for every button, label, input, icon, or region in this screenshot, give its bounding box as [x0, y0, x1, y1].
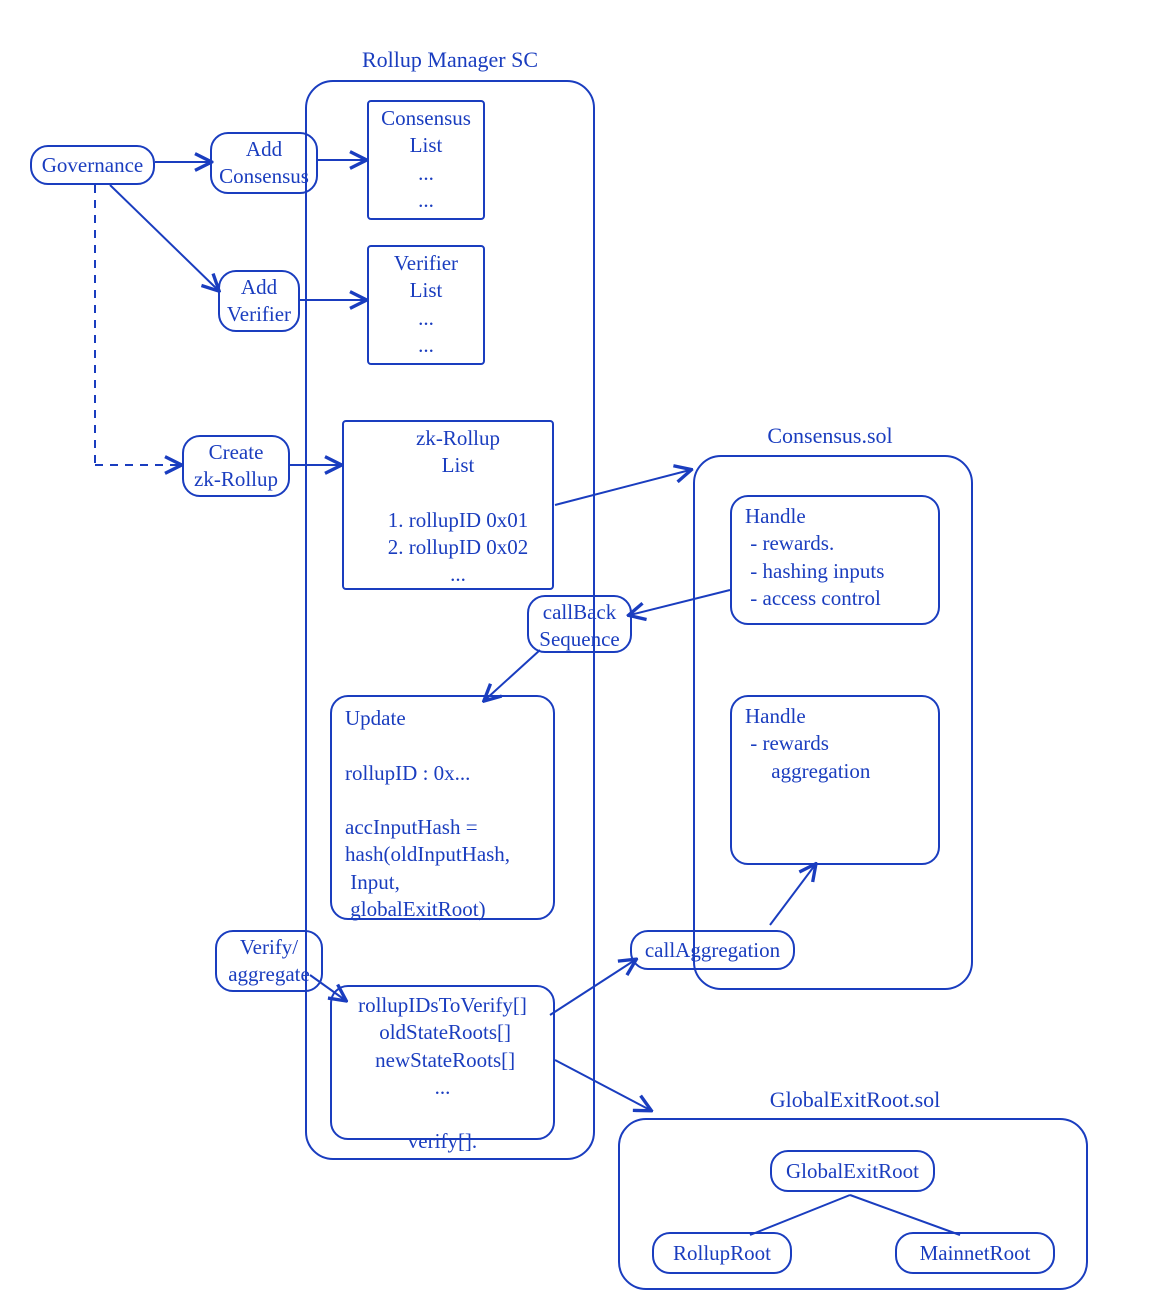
consensus-list-label: Consensus List ... ... [367, 105, 485, 214]
consensus-title: Consensus.sol [730, 423, 930, 449]
rollup-manager-title: Rollup Manager SC [310, 47, 590, 73]
verify-aggregate-label: Verify/ aggregate [212, 934, 326, 989]
verifier-list-label: Verifier List ... ... [367, 250, 485, 359]
add-verifier-label: Add Verifier [215, 274, 303, 329]
callback-sequence-label: callBack Sequence [522, 599, 637, 654]
create-zkrollup-label: Create zk-Rollup [180, 439, 292, 494]
verify-block-label: rollupIDsToVerify[] oldStateRoots[] newS… [330, 992, 555, 1156]
ger-title: GlobalExitRoot.sol [730, 1087, 980, 1113]
zkrollup-list-label: zk-Rollup List 1. rollupID 0x01 2. rollu… [358, 425, 558, 589]
mainnet-root-label: MainnetRoot [895, 1240, 1055, 1267]
ger-label: GlobalExitRoot [770, 1158, 935, 1185]
add-consensus-label: Add Consensus [210, 136, 318, 191]
update-label: Update rollupID : 0x... accInputHash = h… [345, 705, 555, 923]
handle1-label: Handle - rewards. - hashing inputs - acc… [745, 503, 884, 612]
rollup-root-label: RollupRoot [652, 1240, 792, 1267]
governance-label: Governance [30, 152, 155, 179]
handle2-label: Handle - rewards aggregation [745, 703, 870, 785]
